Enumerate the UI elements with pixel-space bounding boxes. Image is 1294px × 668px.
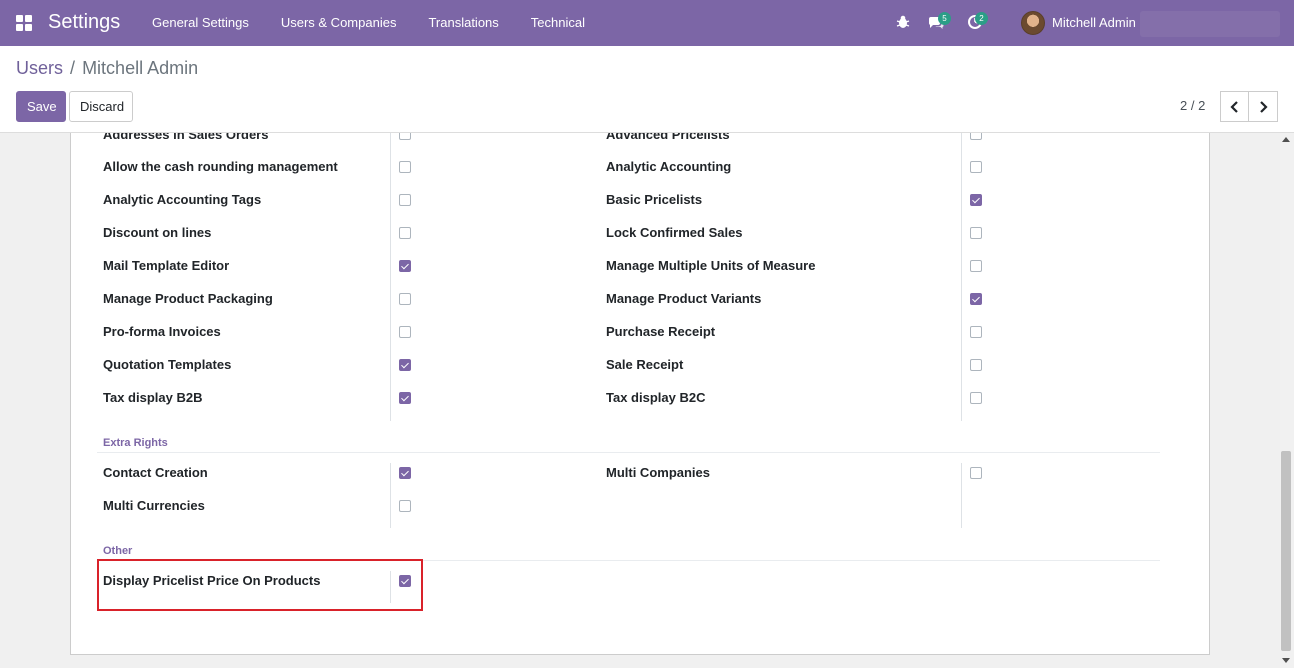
checkbox-contact-creation[interactable]	[399, 467, 411, 479]
checkbox-addresses-sales-orders[interactable]	[399, 133, 411, 140]
checkbox-sale-receipt[interactable]	[970, 359, 982, 371]
menu-technical[interactable]: Technical	[531, 15, 585, 30]
user-avatar[interactable]	[1021, 11, 1045, 35]
menu-general-settings[interactable]: General Settings	[152, 15, 249, 30]
field-label: Mail Template Editor	[103, 258, 230, 273]
section-separator	[97, 452, 1160, 453]
checkbox-multi-companies[interactable]	[970, 467, 982, 479]
checkbox-tax-b2b[interactable]	[399, 392, 411, 404]
highlight-box	[97, 559, 423, 611]
save-button[interactable]: Save	[16, 91, 66, 122]
breadcrumb-current: Mitchell Admin	[82, 58, 199, 78]
checkbox-purchase-receipt[interactable]	[970, 326, 982, 338]
field-label: Sale Receipt	[606, 357, 684, 372]
main-menu: General Settings Users & Companies Trans…	[152, 15, 617, 30]
field-label: Manage Multiple Units of Measure	[606, 258, 816, 273]
field-label: Manage Product Packaging	[103, 291, 273, 306]
pager-buttons	[1220, 91, 1278, 122]
checkbox-cash-rounding[interactable]	[399, 161, 411, 173]
field-label: Advanced Pricelists	[606, 133, 730, 142]
pager-value[interactable]: 2 / 2	[1180, 98, 1205, 113]
chat-count-badge: 5	[938, 12, 951, 25]
checkbox-analytic-tags[interactable]	[399, 194, 411, 206]
discard-button[interactable]: Discard	[69, 91, 133, 122]
field-label: Allow the cash rounding management	[103, 159, 338, 174]
field-label: Multi Currencies	[103, 498, 205, 513]
checkbox-analytic-accounting[interactable]	[970, 161, 982, 173]
user-menu-name[interactable]: Mitchell Admin	[1052, 15, 1136, 30]
group-divider-left	[390, 133, 391, 421]
group-divider-right	[961, 133, 962, 421]
menu-users-companies[interactable]: Users & Companies	[281, 15, 397, 30]
app-title[interactable]: Settings	[48, 11, 120, 34]
checkbox-multi-uom[interactable]	[970, 260, 982, 272]
field-label: Tax display B2B	[103, 390, 203, 405]
group-divider-left	[390, 463, 391, 528]
field-label: Discount on lines	[103, 225, 212, 240]
field-label: Addresses in Sales Orders	[103, 133, 269, 142]
pager-next-button[interactable]	[1249, 91, 1278, 122]
activity-count-badge: 2	[975, 12, 988, 25]
checkbox-basic-pricelists[interactable]	[970, 194, 982, 206]
chevron-left-icon	[1229, 100, 1238, 113]
menu-translations[interactable]: Translations	[428, 15, 498, 30]
checkbox-tax-b2c[interactable]	[970, 392, 982, 404]
apps-menu-icon[interactable]	[16, 15, 32, 31]
breadcrumb: Users / Mitchell Admin	[16, 58, 198, 79]
chevron-right-icon	[1260, 100, 1268, 113]
checkbox-multi-currencies[interactable]	[399, 500, 411, 512]
field-label: Purchase Receipt	[606, 324, 716, 339]
field-label: Tax display B2C	[606, 390, 706, 405]
scroll-down-arrow-icon[interactable]	[1282, 658, 1290, 663]
checkbox-proforma-invoices[interactable]	[399, 326, 411, 338]
scrollbar-thumb[interactable]	[1281, 451, 1291, 651]
section-title-extra-rights: Extra Rights	[103, 437, 168, 449]
checkbox-product-packaging[interactable]	[399, 293, 411, 305]
field-label: Lock Confirmed Sales	[606, 225, 743, 240]
group-divider-right	[961, 463, 962, 528]
company-switcher-blurred[interactable]	[1140, 11, 1280, 37]
form-content: Addresses in Sales Orders Advanced Price…	[0, 133, 1294, 668]
field-label: Analytic Accounting	[606, 159, 732, 174]
scroll-up-arrow-icon[interactable]	[1282, 137, 1290, 142]
field-label: Quotation Templates	[103, 357, 232, 372]
checkbox-product-variants[interactable]	[970, 293, 982, 305]
control-panel: Users / Mitchell Admin Save Discard 2 / …	[0, 46, 1294, 133]
breadcrumb-separator: /	[70, 58, 76, 78]
checkbox-lock-confirmed-sales[interactable]	[970, 227, 982, 239]
debug-bug-icon[interactable]	[895, 14, 911, 30]
field-label: Manage Product Variants	[606, 291, 762, 306]
checkbox-advanced-pricelists[interactable]	[970, 133, 982, 140]
breadcrumb-users-link[interactable]: Users	[16, 58, 63, 78]
field-label: Contact Creation	[103, 465, 208, 480]
checkbox-mail-template-editor[interactable]	[399, 260, 411, 272]
section-title-other: Other	[103, 545, 133, 557]
checkbox-discount-lines[interactable]	[399, 227, 411, 239]
field-label: Pro-forma Invoices	[103, 324, 221, 339]
checkbox-quotation-templates[interactable]	[399, 359, 411, 371]
field-label: Multi Companies	[606, 465, 711, 480]
field-label: Analytic Accounting Tags	[103, 192, 262, 207]
field-label: Basic Pricelists	[606, 192, 703, 207]
top-navbar: Settings General Settings Users & Compan…	[0, 0, 1294, 46]
pager-previous-button[interactable]	[1220, 91, 1249, 122]
